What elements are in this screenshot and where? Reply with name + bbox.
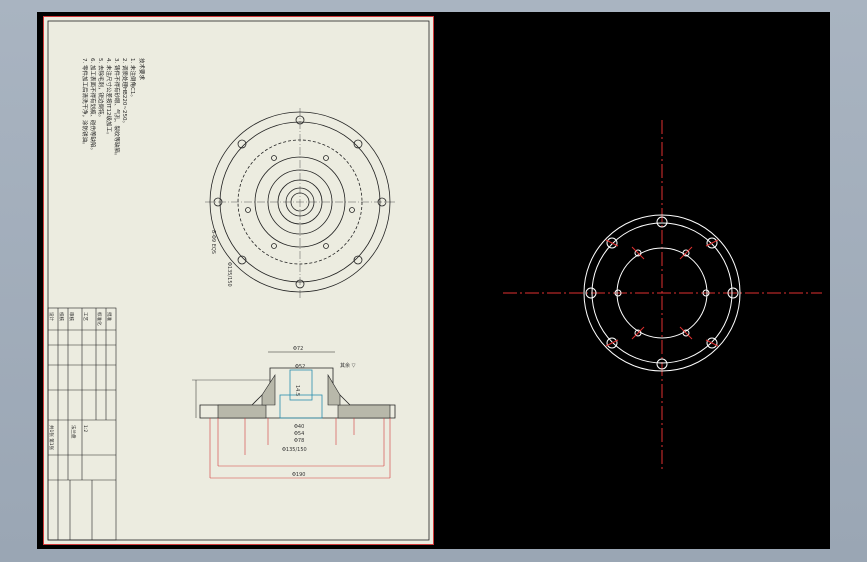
dim-height: 14.5: [294, 385, 300, 396]
dim-inner-top: Φ52: [295, 364, 305, 370]
dim-bore-c: Φ78: [294, 438, 304, 444]
note-1: 1. 未注倒角C1。: [129, 58, 137, 100]
note-5: 5. 去除毛刺，锐边倒钝。: [97, 58, 105, 120]
dim-flange: Φ135/150: [282, 447, 307, 453]
note-7: 7. 零件加工后清洗干净，涂防锈油。: [81, 58, 89, 148]
flange-dim: Φ135/150: [226, 262, 232, 287]
svg-text:标准化: 标准化: [96, 312, 103, 326]
drawing-scale: 1:2: [82, 425, 88, 432]
note-4: 4. 未注尺寸公差按IT12级加工。: [105, 58, 113, 137]
title-block: [47, 307, 117, 541]
sheet-number: 共1张 第1张: [48, 425, 55, 451]
hole-note: 8-Φ9 EQS: [210, 230, 216, 254]
svg-text:批准: 批准: [106, 312, 113, 321]
svg-text:校核: 校核: [58, 312, 65, 321]
note-3: 3. 铸件不得有砂眼、气孔、裂纹等缺陷。: [113, 58, 121, 159]
plan-view: 8-Φ9 EQS Φ135/150: [205, 108, 395, 300]
tolerance-note: 其余 ▽: [340, 362, 356, 369]
sheet-drawing: 技术要求 1. 未注倒角C1。 2. 调质处理HB220~250。 3. 铸件不…: [47, 20, 430, 541]
svg-text:设计: 设计: [48, 312, 55, 321]
section-view: Φ72 其余 ▽ Φ52 14.5 Φ40 Φ54 Φ78 Φ135/150 Φ…: [192, 346, 396, 479]
technical-notes: 技术要求 1. 未注倒角C1。 2. 调质处理HB220~250。 3. 铸件不…: [81, 58, 146, 159]
drawing-sheet[interactable]: 技术要求 1. 未注倒角C1。 2. 调质处理HB220~250。 3. 铸件不…: [43, 16, 434, 545]
dim-overall: Φ190: [292, 472, 305, 478]
svg-text:审核: 审核: [68, 312, 75, 321]
note-2: 2. 调质处理HB220~250。: [121, 58, 129, 126]
part-name: 法兰盘: [70, 425, 77, 439]
note-6: 6. 加工表面不得有划痕、碰伤等缺陷。: [89, 58, 97, 153]
dim-top-width: Φ72: [293, 346, 303, 352]
svg-text:工艺: 工艺: [82, 312, 88, 321]
dim-bore-a: Φ40: [294, 424, 304, 430]
notes-title: 技术要求: [138, 58, 146, 81]
dim-bore-b: Φ54: [294, 431, 304, 437]
